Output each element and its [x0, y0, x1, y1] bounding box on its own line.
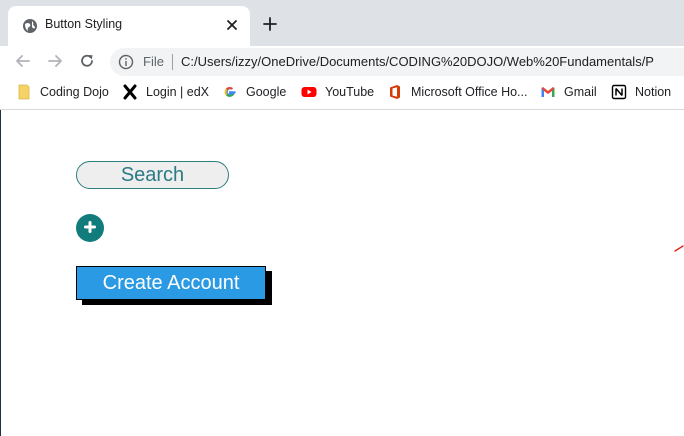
- tab-button-styling[interactable]: Button Styling: [8, 6, 250, 46]
- google-icon: [224, 86, 236, 97]
- window-left-edge: [0, 110, 1, 436]
- search-button[interactable]: Search: [76, 161, 229, 189]
- gmail-icon: [541, 87, 555, 97]
- bookmark-google[interactable]: Google: [222, 83, 286, 101]
- url-scheme-label: File: [143, 54, 164, 69]
- close-icon[interactable]: [224, 17, 240, 33]
- bookmarks-bar: Coding Dojo Login | edX Google YouTube M…: [0, 78, 684, 106]
- browser-toolbar: File C:/Users/izzy/OneDrive/Documents/CO…: [0, 46, 684, 76]
- notion-icon: [611, 84, 627, 100]
- bookmark-edx[interactable]: Login | edX: [122, 83, 209, 101]
- reload-icon[interactable]: [78, 52, 96, 70]
- forward-icon[interactable]: [46, 52, 64, 70]
- create-account-button[interactable]: Create Account: [76, 266, 266, 300]
- bookmark-youtube[interactable]: YouTube: [301, 83, 374, 101]
- plus-icon: [84, 221, 96, 233]
- red-mark-icon: [674, 245, 684, 252]
- bookmark-microsoft-office[interactable]: Microsoft Office Ho...: [387, 83, 527, 101]
- address-separator: [172, 54, 173, 70]
- globe-icon: [23, 19, 37, 33]
- youtube-icon: [301, 87, 317, 97]
- add-button[interactable]: [76, 214, 104, 242]
- info-icon[interactable]: [118, 54, 134, 70]
- tab-title: Button Styling: [45, 17, 123, 31]
- tab-strip: Button Styling: [0, 0, 684, 46]
- url-text[interactable]: C:/Users/izzy/OneDrive/Documents/CODING%…: [181, 54, 654, 69]
- folder-icon: [18, 84, 30, 100]
- office-icon: [390, 85, 400, 99]
- back-icon[interactable]: [14, 52, 32, 70]
- bookmark-gmail[interactable]: Gmail: [540, 83, 597, 101]
- new-tab-icon[interactable]: [262, 16, 278, 32]
- address-bar[interactable]: File C:/Users/izzy/OneDrive/Documents/CO…: [110, 48, 684, 76]
- bookmark-notion[interactable]: Notion: [611, 83, 671, 101]
- page-content: Search Create Account: [0, 110, 684, 436]
- edx-icon: [123, 84, 137, 100]
- bookmark-coding-dojo[interactable]: Coding Dojo: [16, 83, 109, 101]
